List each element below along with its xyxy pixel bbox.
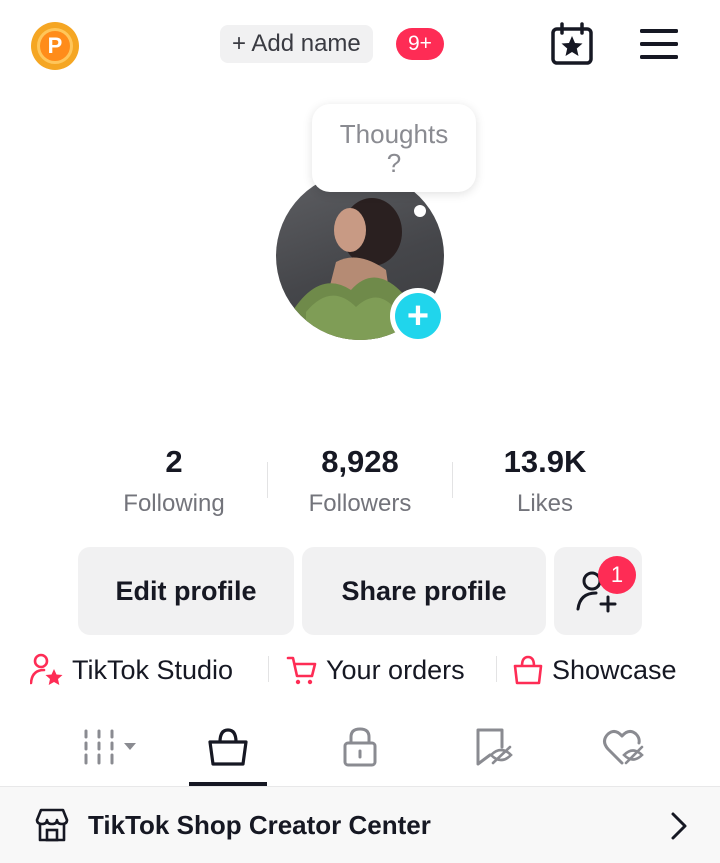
person-star-icon [30,653,63,685]
bubble-tail-dot [414,205,426,217]
cart-icon [286,656,317,685]
notification-badge: 9+ [396,28,444,60]
heart-hidden-icon [603,729,644,765]
shopping-bag-icon [513,655,543,685]
calendar-star-icon[interactable] [550,22,594,66]
following-count: 2 [165,444,183,479]
followers-label: Followers [308,490,412,517]
followers-count: 8,928 [321,444,399,479]
plus-icon: + [395,293,441,339]
link-divider [496,656,497,682]
stat-followers[interactable]: 8,928 Followers [260,444,460,518]
add-name-button[interactable]: + Add name [220,25,373,63]
tab-videos[interactable] [70,722,150,772]
lock-icon [343,727,377,767]
chevron-right-icon [671,812,687,840]
likes-count: 13.9K [503,444,587,479]
tab-favorites[interactable] [454,722,534,772]
store-icon [35,808,69,842]
edit-profile-button[interactable]: Edit profile [78,547,294,635]
tab-private[interactable] [320,722,400,772]
thoughts-question-mark: ? [386,148,402,178]
add-friend-badge: 1 [598,556,636,594]
bookmark-hidden-icon [476,728,513,766]
tiktok-studio-link[interactable]: TikTok Studio [30,652,233,688]
shopping-bag-icon [208,728,248,766]
grid-icon [84,729,136,765]
add-story-button[interactable]: + [390,288,446,344]
tiktok-studio-label: TikTok Studio [72,654,234,685]
shop-creator-center-row[interactable]: TikTok Shop Creator Center [0,787,720,863]
stat-following[interactable]: 2 Following [74,444,274,518]
tab-shop[interactable] [188,722,268,772]
your-orders-label: Your orders [326,654,465,685]
likes-label: Likes [516,490,574,517]
your-orders-link[interactable]: Your orders [286,652,465,688]
link-divider [268,656,269,682]
showcase-link[interactable]: Showcase [512,652,677,688]
tab-liked[interactable] [584,722,664,772]
coin-icon[interactable]: P [31,22,79,70]
share-profile-button[interactable]: Share profile [302,547,546,635]
thoughts-prompt: Thoughts [339,119,449,149]
menu-icon[interactable] [638,27,680,61]
shop-creator-center-title: TikTok Shop Creator Center [88,809,431,840]
coin-letter: P [37,28,73,64]
following-label: Following [123,490,225,517]
showcase-label: Showcase [552,654,677,685]
stat-likes[interactable]: 13.9K Likes [445,444,645,518]
thoughts-bubble[interactable]: Thoughts ? [312,104,476,192]
